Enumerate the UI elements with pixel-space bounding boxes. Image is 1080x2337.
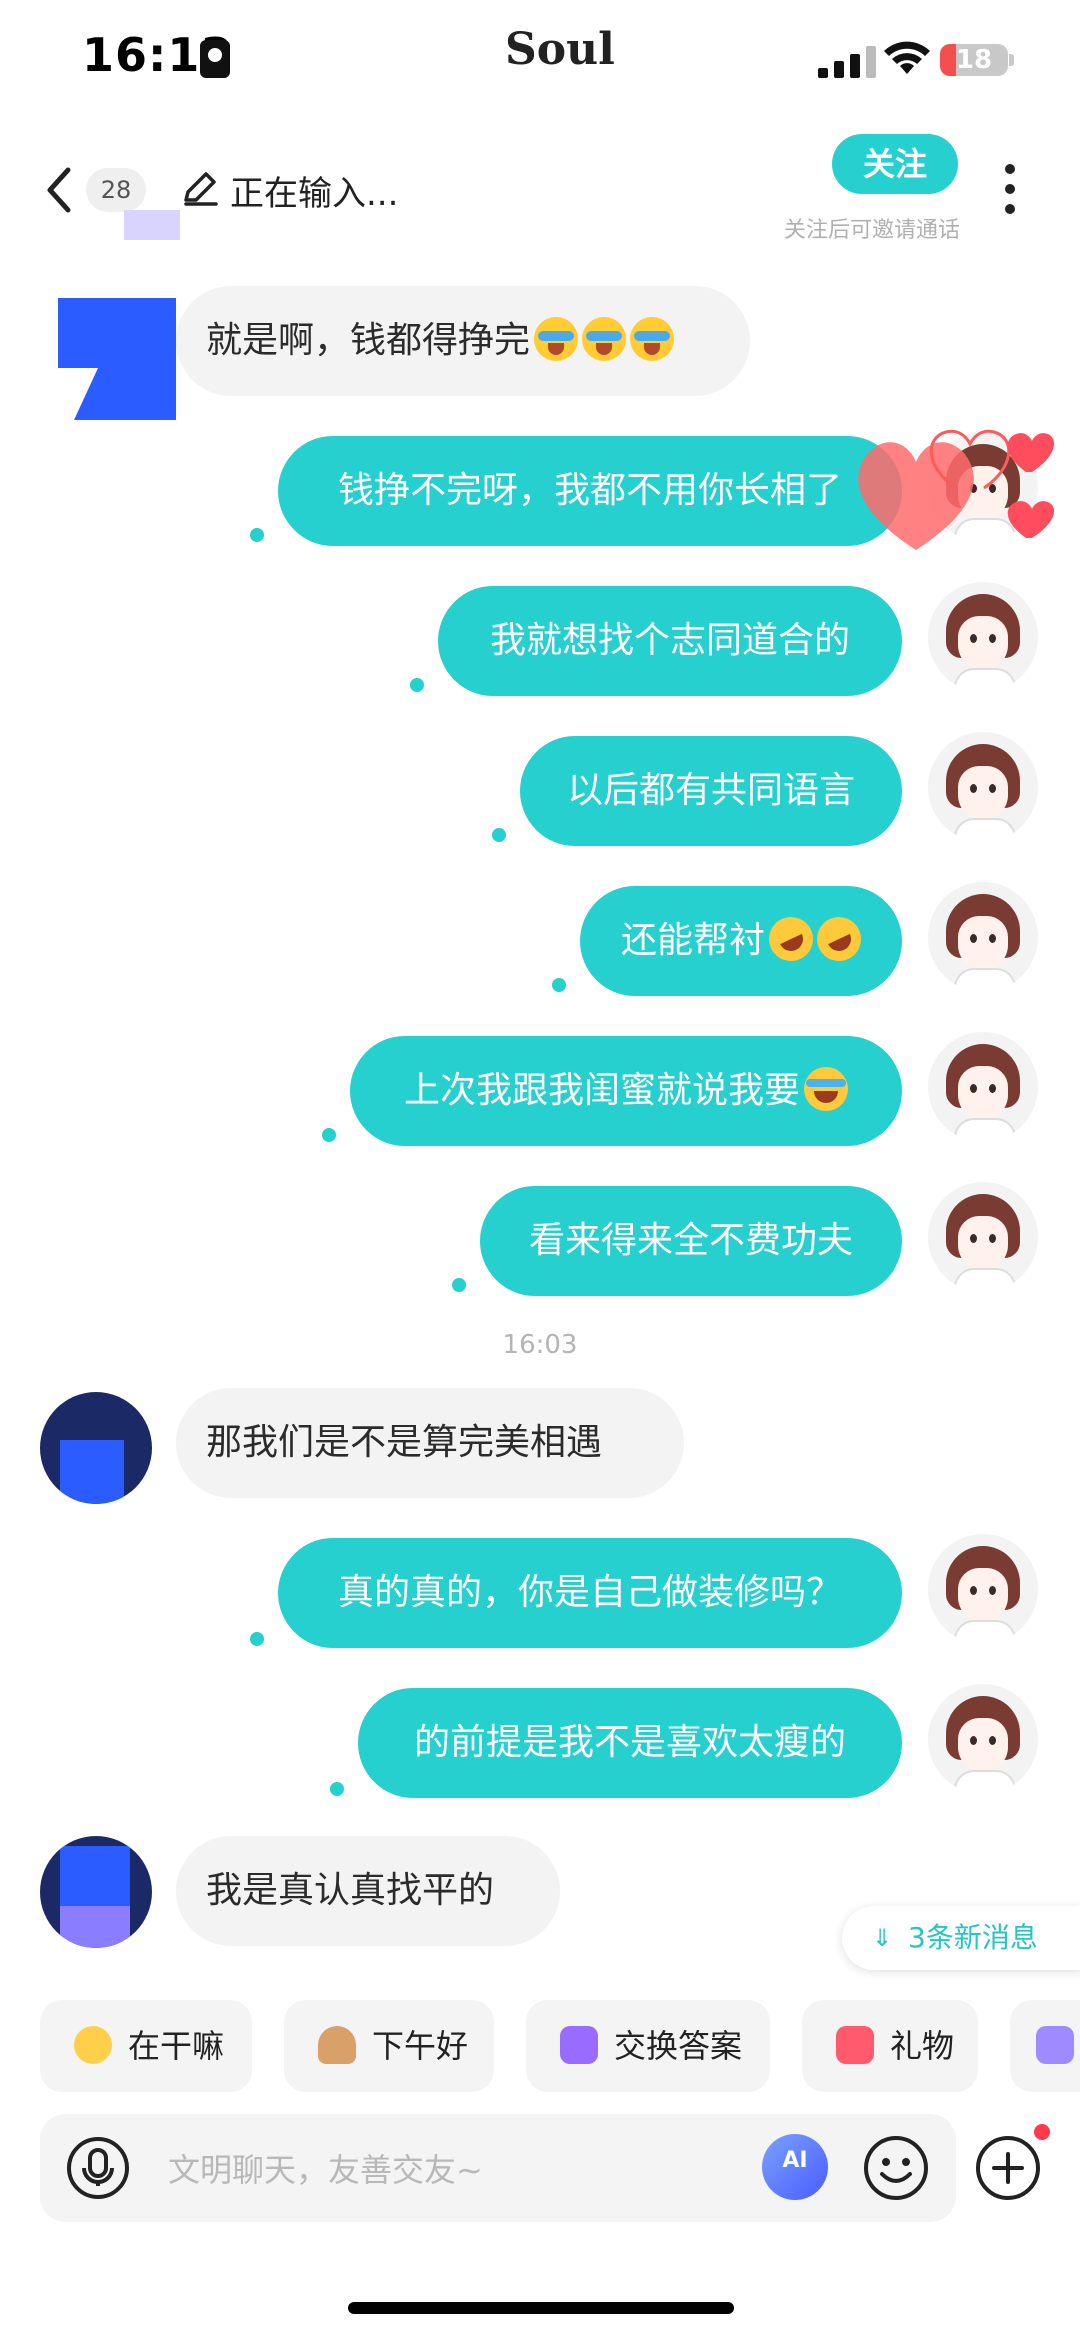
gift-icon — [836, 2026, 874, 2064]
message-text: 就是啊，钱都得挣完 — [206, 320, 531, 361]
contact-avatar[interactable] — [40, 1392, 152, 1504]
quick-reply-label: 下午好 — [372, 2027, 469, 2065]
my-avatar[interactable] — [928, 882, 1038, 992]
message-text: 上次我跟我闺蜜就说我要 — [403, 1070, 800, 1111]
thinking-face-icon — [74, 2026, 112, 2064]
read-indicator-dot — [452, 1278, 466, 1292]
my-avatar[interactable] — [928, 1032, 1038, 1142]
battery-level: 18 — [955, 45, 993, 75]
typing-status: 正在输入... — [230, 174, 399, 214]
message-timestamp: 16:03 — [502, 1330, 578, 1360]
redacted-name — [124, 210, 180, 240]
crying-face-emoji-icon — [582, 317, 627, 361]
cellular-signal-icon — [818, 46, 876, 78]
quick-reply-chip[interactable]: 在干嘛 — [40, 2000, 252, 2092]
read-indicator-dot — [552, 978, 566, 992]
quick-reply-chip[interactable]: 交换答案 — [526, 2000, 770, 2092]
contact-avatar[interactable] — [40, 1836, 152, 1948]
message-text: 钱挣不完呀，我都不用你长相了 — [337, 470, 842, 511]
microphone-icon[interactable] — [66, 2136, 130, 2200]
message-text: 看来得来全不费功夫 — [528, 1220, 853, 1261]
battery-tip — [1009, 54, 1014, 66]
message-bubble-sent[interactable]: 真的真的，你是自己做装修吗？ — [278, 1538, 902, 1648]
ai-assistant-icon[interactable]: AI — [762, 2134, 828, 2200]
more-options-icon[interactable] — [1004, 164, 1016, 216]
crying-face-emoji-icon — [534, 317, 579, 361]
wifi-icon — [884, 41, 930, 74]
swap-icon — [560, 2026, 598, 2064]
quick-reply-label: 在干嘛 — [128, 2027, 225, 2065]
photo-icon — [1036, 2026, 1074, 2064]
crying-face-emoji-icon — [630, 317, 675, 361]
double-chevron-down-icon: ⇓ — [872, 1924, 893, 1952]
message-text: 那我们是不是算完美相遇 — [206, 1422, 603, 1463]
tears-of-joy-emoji-icon — [804, 1067, 848, 1111]
home-indicator[interactable] — [348, 2302, 734, 2314]
follow-hint: 关注后可邀请通话 — [783, 218, 960, 243]
app-brand: Soul — [505, 24, 615, 75]
message-text: 我是真认真找平的 — [206, 1870, 495, 1911]
new-messages-label: 3条新消息 — [908, 1921, 1038, 1954]
unread-count-badge[interactable]: 28 — [86, 168, 146, 212]
message-bubble-sent[interactable]: 我就想找个志同道合的 — [438, 586, 902, 696]
back-icon[interactable] — [44, 166, 72, 214]
my-avatar[interactable] — [928, 582, 1038, 692]
rofl-emoji-icon — [809, 909, 869, 969]
message-text: 我就想找个志同道合的 — [489, 620, 850, 661]
pencil-icon — [184, 172, 218, 206]
read-indicator-dot — [492, 828, 506, 842]
message-text: 以后都有共同语言 — [566, 770, 855, 811]
message-bubble-sent[interactable]: 钱挣不完呀，我都不用你长相了 — [278, 436, 902, 546]
quick-reply-chip[interactable]: 礼物 — [802, 2000, 978, 2092]
message-bubble-received[interactable]: 就是啊，钱都得挣完 — [176, 286, 750, 396]
quick-reply-chip[interactable] — [1010, 2000, 1080, 2092]
quick-reply-label: 礼物 — [890, 2027, 955, 2065]
message-text: 的前提是我不是喜欢太瘦的 — [413, 1722, 846, 1763]
id-card-icon — [200, 40, 230, 78]
emoji-picker-icon[interactable] — [862, 2134, 930, 2202]
message-bubble-sent[interactable]: 看来得来全不费功夫 — [480, 1186, 902, 1296]
my-avatar[interactable] — [928, 1534, 1038, 1644]
my-avatar[interactable] — [928, 732, 1038, 842]
message-bubble-sent[interactable]: 还能帮衬 — [580, 886, 902, 996]
read-indicator-dot — [410, 678, 424, 692]
coffee-icon — [318, 2026, 356, 2064]
notification-dot — [1034, 2124, 1050, 2140]
message-input-placeholder[interactable]: 文明聊天，友善交友~ — [168, 2140, 483, 2200]
rofl-emoji-icon — [761, 909, 821, 969]
battery-icon: 18 — [940, 44, 1008, 76]
add-more-icon[interactable] — [974, 2134, 1042, 2202]
hearts-animation-icon — [858, 429, 1055, 550]
read-indicator-dot — [250, 1632, 264, 1646]
quick-reply-label: 交换答案 — [614, 2027, 743, 2065]
follow-button[interactable]: 关注 — [832, 134, 958, 194]
quick-reply-chip[interactable]: 下午好 — [284, 2000, 494, 2092]
message-bubble-sent[interactable]: 上次我跟我闺蜜就说我要 — [350, 1036, 902, 1146]
message-text: 真的真的，你是自己做装修吗？ — [337, 1572, 842, 1613]
message-bubble-received[interactable]: 我是真认真找平的 — [176, 1836, 560, 1946]
contact-avatar[interactable] — [58, 298, 176, 420]
message-text: 还能帮衬 — [620, 920, 765, 961]
message-bubble-sent[interactable]: 的前提是我不是喜欢太瘦的 — [358, 1688, 902, 1798]
message-bubble-received[interactable]: 那我们是不是算完美相遇 — [176, 1388, 684, 1498]
my-avatar[interactable] — [928, 1182, 1038, 1292]
new-messages-button[interactable]: ⇓ 3条新消息 — [842, 1906, 1080, 1970]
read-indicator-dot — [330, 1782, 344, 1796]
read-indicator-dot — [322, 1128, 336, 1142]
read-indicator-dot — [250, 528, 264, 542]
my-avatar[interactable] — [928, 1684, 1038, 1794]
message-bubble-sent[interactable]: 以后都有共同语言 — [520, 736, 902, 846]
